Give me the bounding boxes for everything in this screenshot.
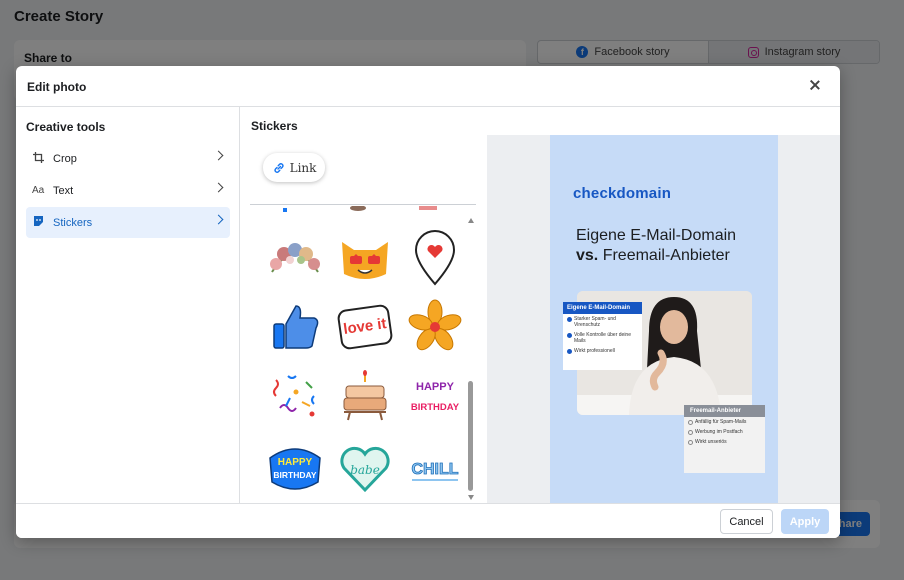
happy-birthday-letters-sticker[interactable]: HAPPY BIRTHDAY [406,368,464,426]
chevron-right-icon [213,150,224,161]
story-image: checkdomain Eigene E-Mail-Domain vs. Fre… [550,135,778,503]
con-card-title: Freemail-Anbieter [684,405,765,417]
text-icon: Aa [32,185,45,196]
pro-card-title: Eigene E-Mail-Domain [563,302,642,314]
badge-birthday-text: BIRTHDAY [273,470,316,480]
headline-vs: vs. [576,247,599,264]
check-icon [567,317,572,322]
babe-text: babe [350,463,380,477]
headline-line-2-text: Freemail-Anbieter [602,247,730,264]
birthday-cake-sticker[interactable] [336,368,394,426]
heart-eyes-cat-sticker[interactable] [336,228,394,286]
stickers-title: Stickers [251,119,298,133]
con-card-item: Anfällig für Spam-Mails [684,417,765,427]
con-item-text: Anfällig für Spam-Mails [695,419,747,425]
orange-flower-sticker[interactable] [406,298,464,356]
partial-sticker[interactable] [329,206,387,216]
modal-footer: Cancel Apply [16,503,840,538]
circle-icon [688,430,693,435]
scroll-up-arrow-icon[interactable] [468,218,474,223]
pro-card-item: Starker Spam- und Virenschutz [563,314,642,330]
headline-line-1: Eigene E-Mail-Domain [576,227,737,244]
pro-item-text: Starker Spam- und Virenschutz [574,316,616,328]
photo-preview: checkdomain Eigene E-Mail-Domain vs. Fre… [487,135,840,503]
love-it-sticker[interactable]: love it [336,298,394,356]
close-icon[interactable] [808,79,822,93]
heart-location-pin-sticker[interactable] [406,228,464,286]
con-item-text: Wirkt unseriös [695,439,727,445]
tool-crop-label: Crop [53,152,77,165]
circle-icon [688,420,693,425]
creative-tools-panel: Creative tools Crop Aa Text Stickers [16,107,240,503]
babe-heart-sticker[interactable]: babe [336,438,394,496]
circle-icon [688,440,693,445]
pro-item-text: Wirkt professionell [574,348,615,354]
badge-happy-text: HAPPY [278,457,313,468]
scroll-thumb[interactable] [468,381,473,491]
con-card-item: Werbung im Postfach [684,427,765,437]
con-card-item: Wirkt unseriös [684,437,765,447]
apply-button[interactable]: Apply [781,509,829,534]
headline-line-2: vs. Freemail-Anbieter [576,247,730,265]
con-item-text: Werbung im Postfach [695,429,743,435]
brand-logo: checkdomain [573,185,672,202]
pro-card-item: Volle Kontrolle über deine Mails [563,330,642,346]
tool-stickers[interactable]: Stickers [26,207,230,238]
flower-crown-sticker[interactable] [266,228,324,286]
tool-crop[interactable]: Crop [26,143,230,174]
happy-text: HAPPY [416,381,455,393]
modal-header: Edit photo [16,66,840,107]
check-icon [567,349,572,354]
chill-text: CHILL [411,461,458,478]
tool-stickers-label: Stickers [53,216,93,229]
edit-photo-modal: Edit photo Creative tools Crop Aa Text S… [16,66,840,538]
crop-icon [32,151,44,166]
chevron-right-icon [213,214,224,225]
link-icon [274,162,284,173]
pro-item-text: Volle Kontrolle über deine Mails [574,332,631,344]
tool-text-label: Text [53,184,74,197]
happy-birthday-badge-sticker[interactable]: HAPPY BIRTHDAY [266,438,324,496]
stickers-divider [250,204,476,205]
chill-sticker[interactable]: CHILL [406,438,464,496]
chevron-right-icon [213,182,224,193]
birthday-text: BIRTHDAY [411,402,460,413]
check-icon [567,333,572,338]
pro-card: Eigene E-Mail-Domain Starker Spam- und V… [563,302,642,370]
cancel-button[interactable]: Cancel [720,509,773,534]
creative-tools-title: Creative tools [26,120,106,134]
sticker-grid: love it HAPPY BIRTHDAY HAPPY BIRTHDAY ba… [250,206,466,503]
link-sticker-label: Link [289,160,317,175]
partial-sticker[interactable] [259,206,317,216]
sticker-scrollbar[interactable] [466,216,476,502]
thumbs-up-sticker[interactable] [266,298,324,356]
modal-title: Edit photo [27,80,87,94]
scroll-down-arrow-icon[interactable] [468,495,474,500]
con-card: Freemail-Anbieter Anfällig für Spam-Mail… [684,405,765,473]
link-sticker[interactable]: Link [263,153,325,182]
tool-text[interactable]: Aa Text [26,175,230,206]
sticker-icon [32,215,44,230]
confetti-sticker[interactable] [266,368,324,426]
partial-sticker[interactable] [399,206,457,216]
pro-card-item: Wirkt professionell [563,346,642,356]
